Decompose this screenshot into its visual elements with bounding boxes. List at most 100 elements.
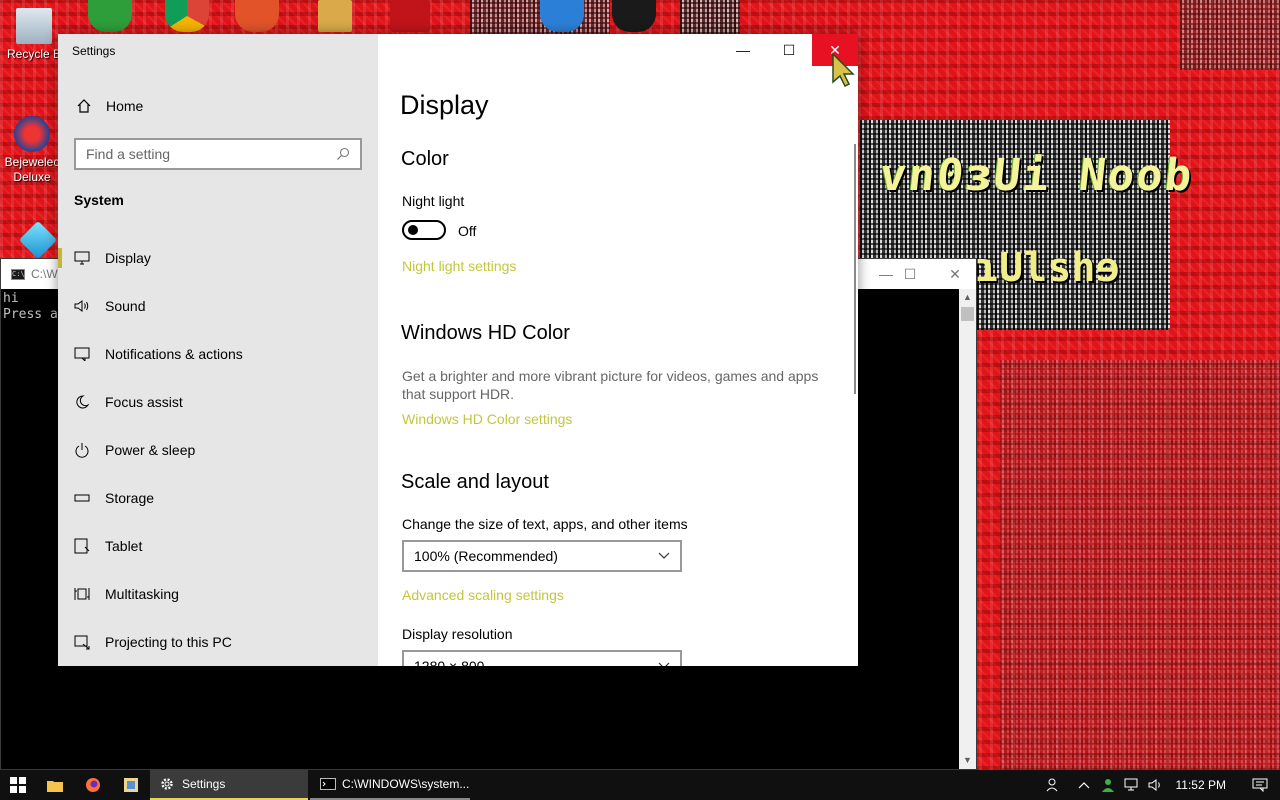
scroll-up-arrow-icon[interactable]: ▲: [959, 289, 976, 306]
color-heading: Color: [401, 148, 449, 170]
search-input[interactable]: [86, 146, 336, 162]
night-light-label: Night light: [402, 193, 465, 209]
chevron-up-icon[interactable]: [1072, 781, 1096, 789]
page-title: Display: [400, 90, 489, 120]
desktop-icon-bejeweled[interactable]: Bejewelec Deluxe: [0, 116, 64, 185]
image-icon[interactable]: [318, 0, 352, 32]
nav-label: Display: [105, 250, 151, 266]
glitch-noise-region: [1000, 360, 1280, 770]
action-center-icon[interactable]: [1240, 778, 1280, 792]
home-icon: [77, 99, 91, 113]
globe-icon[interactable]: [540, 0, 584, 32]
console-scrollbar[interactable]: ▲ ▼: [959, 289, 976, 769]
minimize-button[interactable]: —: [720, 34, 766, 66]
nav-item-projecting[interactable]: Projecting to this PC: [58, 618, 378, 666]
nav-item-multitasking[interactable]: Multitasking: [58, 570, 378, 618]
window-title: Settings: [72, 44, 116, 58]
network-icon[interactable]: [1120, 778, 1144, 792]
taskbar-app-settings[interactable]: Settings: [150, 770, 308, 800]
desktop-graffiti-text: vn0ɜUi Noob: [877, 150, 1197, 201]
console-line: Press a: [3, 307, 58, 322]
nav-label: Storage: [105, 490, 155, 506]
start-button[interactable]: [0, 770, 36, 800]
nav-label: Focus assist: [105, 394, 183, 410]
volume-icon[interactable]: [1144, 778, 1168, 792]
system-tray: 11:52 PM: [1042, 770, 1280, 800]
nav-item-focus-assist[interactable]: Focus assist: [58, 378, 378, 426]
hdr-settings-link[interactable]: Windows HD Color settings: [402, 411, 572, 427]
resolution-label: Display resolution: [402, 626, 513, 642]
pinned-app-button[interactable]: [112, 770, 150, 800]
notification-icon: [74, 346, 90, 362]
firefox-button[interactable]: [74, 770, 112, 800]
resolution-value: 1280 × 800: [414, 658, 485, 666]
flash-icon[interactable]: [390, 0, 430, 32]
projector-icon: [74, 634, 90, 650]
section-label: System: [74, 192, 124, 208]
green-users-icon[interactable]: [88, 0, 132, 32]
home-nav-item[interactable]: Home: [76, 98, 143, 114]
multitasking-icon: [74, 586, 90, 602]
taskbar-app-label: Settings: [182, 777, 226, 791]
scale-dropdown[interactable]: 100% (Recommended): [402, 540, 682, 572]
advanced-scaling-link[interactable]: Advanced scaling settings: [402, 587, 564, 603]
storage-icon: [74, 490, 90, 506]
nav-item-storage[interactable]: Storage: [58, 474, 378, 522]
nav-label: Projecting to this PC: [105, 634, 232, 650]
dark-app-icon[interactable]: [612, 0, 656, 32]
speaker-icon: [74, 298, 90, 314]
scrollbar-thumb[interactable]: [961, 307, 974, 321]
chevron-down-icon: [658, 662, 670, 666]
desktop-icon-label: Recycle B: [6, 47, 62, 61]
scroll-down-arrow-icon[interactable]: ▼: [959, 752, 976, 769]
monitor-icon: [74, 250, 90, 266]
diamond-icon: [18, 220, 58, 260]
console-line: hi: [3, 291, 19, 306]
file-explorer-button[interactable]: [36, 770, 74, 800]
maximize-button[interactable]: ☐: [766, 34, 812, 66]
app-icon[interactable]: [235, 0, 279, 32]
night-light-toggle[interactable]: [402, 220, 446, 240]
nav-item-notifications[interactable]: Notifications & actions: [58, 330, 378, 378]
bejeweled-icon: [14, 116, 50, 152]
user-icon[interactable]: [1096, 778, 1120, 792]
night-light-settings-link[interactable]: Night light settings: [402, 258, 516, 274]
scale-label: Change the size of text, apps, and other…: [402, 516, 688, 532]
maximize-button[interactable]: ☐: [887, 259, 933, 289]
settings-nav: Display Sound Notifications & actions Fo…: [58, 234, 378, 666]
desktop-icon-recycle-bin[interactable]: Recycle B: [2, 8, 66, 62]
mouse-cursor-icon: [832, 52, 855, 88]
home-label: Home: [106, 98, 144, 114]
recycle-bin-icon: [16, 8, 52, 44]
console-title: C:\W: [31, 267, 58, 281]
search-icon[interactable]: [336, 147, 350, 161]
nav-label: Power & sleep: [105, 442, 196, 458]
gear-icon: [161, 778, 173, 790]
taskbar: Settings C:\WINDOWS\system... 11:52 PM: [0, 770, 1280, 800]
console-output: hi Press a: [3, 291, 58, 323]
glitch-noise-region: [1180, 0, 1280, 70]
display-settings-pane: Display Color Night light Off Night ligh…: [378, 34, 858, 666]
taskbar-app-console[interactable]: C:\WINDOWS\system...: [310, 770, 470, 800]
resolution-dropdown[interactable]: 1280 × 800: [402, 650, 682, 666]
search-box[interactable]: [74, 138, 362, 170]
close-button[interactable]: ✕: [932, 259, 978, 289]
glitch-noise-region: [680, 0, 740, 34]
desktop-icon-label: Bejewelec Deluxe: [4, 155, 60, 184]
hdr-description: Get a brighter and more vibrant picture …: [402, 368, 819, 402]
settings-window[interactable]: Settings Home System Display Sound Notif…: [58, 34, 858, 666]
people-icon[interactable]: [1042, 777, 1066, 793]
nav-item-display[interactable]: Display: [58, 234, 378, 282]
nav-item-sound[interactable]: Sound: [58, 282, 378, 330]
chevron-down-icon: [658, 552, 670, 559]
nav-item-power-sleep[interactable]: Power & sleep: [58, 426, 378, 474]
content-scrollbar[interactable]: [854, 144, 856, 394]
chrome-icon[interactable]: [165, 0, 209, 32]
clock[interactable]: 11:52 PM: [1176, 778, 1226, 792]
hdr-heading: Windows HD Color: [401, 322, 570, 344]
desktop-graffiti-text: ɿUlshɘ: [975, 245, 1120, 291]
nav-label: Sound: [105, 298, 146, 314]
nav-item-tablet[interactable]: Tablet: [58, 522, 378, 570]
tablet-icon: [74, 538, 90, 554]
firefox-icon: [86, 778, 100, 792]
